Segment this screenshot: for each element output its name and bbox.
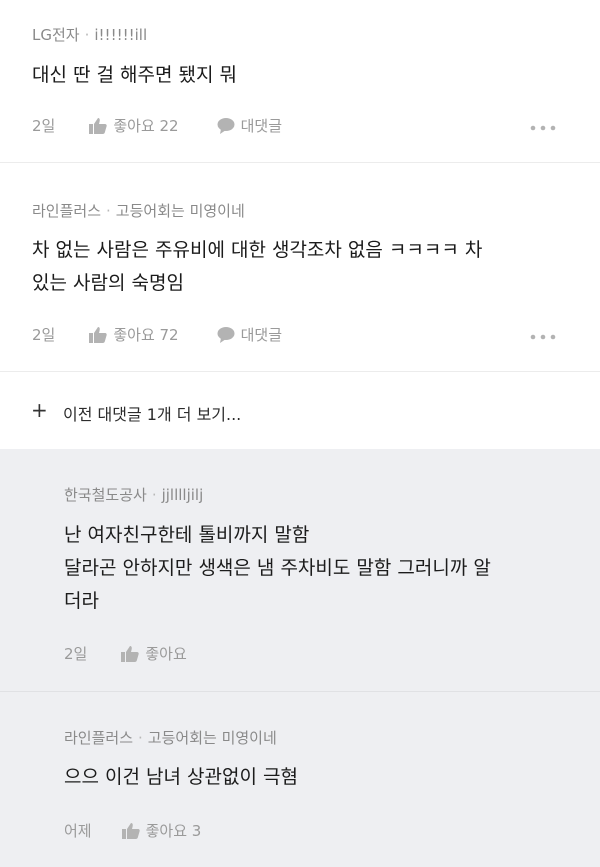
replies-section: 한국철도공사 · jjlllljilj 난 여자친구한테 톨비까지 말함 달라곤 안…	[0, 449, 600, 867]
reply-label: 대댓글	[240, 117, 283, 135]
comment-text: 대신 딴 걸 해주면 됐지 뭐	[32, 64, 237, 86]
more-dots-icon	[530, 334, 556, 339]
like-button[interactable]: 좋아요 22	[89, 115, 179, 136]
like-button[interactable]: 좋아요	[121, 643, 187, 664]
reply-actions: 2일 좋아요	[64, 643, 225, 664]
comment-actions: 2일 좋아요 22 대댓글	[32, 115, 600, 136]
comment-meta: 라인플러스 · 고등어회는 미영이네	[32, 202, 245, 220]
more-options-button[interactable]	[530, 326, 556, 344]
load-more-replies-button[interactable]: + 이전 대댓글 1개 더 보기...	[0, 373, 600, 449]
reply-label: 대댓글	[240, 326, 283, 344]
reply-item: 라인플러스 · 고등어회는 미영이네 으으 이건 남녀 상관없이 극혐 어제 좋아요…	[0, 693, 600, 867]
reply-nickname[interactable]: jjlllljilj	[162, 486, 204, 504]
like-label: 좋아요	[145, 645, 187, 663]
comment-author[interactable]: 라인플러스	[32, 202, 101, 220]
like-label: 좋아요 3	[145, 822, 202, 840]
comment-item: LG전자 · i!!!!!!ill 대신 딴 걸 해주면 됐지 뭐 2일 좋아요 2…	[0, 0, 600, 163]
reply-item: 한국철도공사 · jjlllljilj 난 여자친구한테 톨비까지 말함 달라곤 안…	[0, 449, 600, 692]
like-label: 좋아요 22	[113, 117, 179, 135]
reply-button[interactable]: 대댓글	[217, 324, 282, 345]
like-button[interactable]: 좋아요 3	[121, 820, 202, 841]
reply-date: 2일	[64, 645, 88, 663]
comment-actions: 2일 좋아요 72 대댓글	[32, 324, 600, 345]
reply-text: 으으 이건 남녀 상관없이 극혐	[64, 766, 298, 788]
load-more-label: 이전 대댓글 1개 더 보기...	[63, 405, 242, 424]
comment-nickname[interactable]: i!!!!!!ill	[94, 26, 147, 44]
thumbs-up-icon	[121, 822, 140, 839]
thumbs-up-icon	[89, 117, 108, 134]
more-dots-icon	[530, 125, 556, 130]
comment-author[interactable]: LG전자	[32, 26, 80, 44]
comment-text: 차 없는 사람은 주유비에 대한 생각조차 없음 ㅋㅋㅋㅋ 차 있는 사람의 숙…	[32, 239, 483, 294]
reply-text: 난 여자친구한테 톨비까지 말함 달라곤 안하지만 생색은 냄 주차비도 말함 …	[64, 524, 491, 612]
comment-meta: LG전자 · i!!!!!!ill	[32, 26, 148, 44]
more-options-button[interactable]	[530, 117, 556, 135]
like-button[interactable]: 좋아요 72	[89, 324, 179, 345]
speech-bubble-icon	[217, 117, 235, 134]
thumbs-up-icon	[121, 645, 140, 662]
reply-nickname[interactable]: 고등어회는 미영이네	[148, 729, 277, 747]
reply-author[interactable]: 라인플러스	[64, 729, 133, 747]
reply-meta: 한국철도공사 · jjlllljilj	[64, 486, 204, 504]
plus-icon: +	[31, 398, 48, 422]
reply-author[interactable]: 한국철도공사	[64, 486, 147, 504]
reply-date: 어제	[64, 822, 92, 840]
comment-nickname[interactable]: 고등어회는 미영이네	[116, 202, 245, 220]
comment-date: 2일	[32, 326, 56, 344]
reply-meta: 라인플러스 · 고등어회는 미영이네	[64, 729, 277, 747]
thumbs-up-icon	[89, 326, 108, 343]
like-label: 좋아요 72	[113, 326, 179, 344]
reply-actions: 어제 좋아요 3	[64, 820, 239, 841]
comment-item: 라인플러스 · 고등어회는 미영이네 차 없는 사람은 주유비에 대한 생각조차 없…	[0, 164, 600, 372]
reply-button[interactable]: 대댓글	[217, 115, 282, 136]
comment-date: 2일	[32, 117, 56, 135]
speech-bubble-icon	[217, 326, 235, 343]
